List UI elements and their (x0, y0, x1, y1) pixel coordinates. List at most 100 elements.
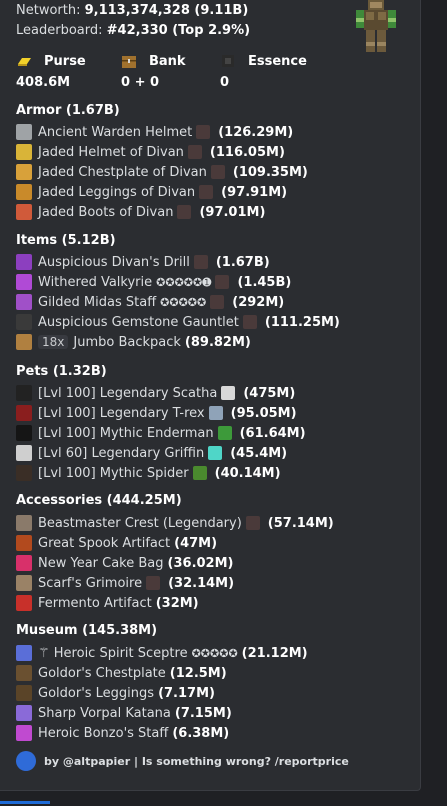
item-value: (32M) (155, 595, 199, 611)
item-name: Jaded Boots of Divan (38, 204, 174, 220)
gemstone-icon (245, 516, 260, 530)
item-value: (292M) (232, 294, 285, 310)
item-value: (111.25M) (264, 314, 340, 330)
chest-icon (121, 53, 137, 69)
item-name: Beastmaster Crest (Legendary) (38, 515, 242, 531)
item-name: [Lvl 100] Legendary Scatha (38, 385, 218, 401)
item-value: (61.64M) (239, 425, 306, 441)
purse-stat: Purse 408.6M (16, 53, 126, 91)
item-name: Auspicious Divan's Drill (38, 254, 190, 270)
item-value: (21.12M) (241, 645, 308, 661)
networth-label: Networth: (16, 3, 81, 18)
gauntlet-icon (16, 314, 32, 330)
leaderboard-value: #42,330 (Top 2.9%) (106, 23, 251, 38)
purse-value: 408.6M (16, 75, 71, 90)
leaderboard-line: Leaderboard: #42,330 (Top 2.9%) (16, 23, 250, 38)
item-value: (32.14M) (168, 575, 235, 591)
player-skin-avatar (352, 0, 400, 54)
bonzo-staff-icon (16, 725, 32, 741)
list-item: [Lvl 100] Legendary Scatha (475M) (16, 384, 295, 402)
item-name: Jumbo Backpack (73, 334, 181, 350)
item-stars: ✪✪✪✪✪ (160, 295, 207, 309)
item-value: (116.05M) (209, 144, 285, 160)
list-item: Jaded Chestplate of Divan (109.35M) (16, 163, 308, 181)
list-item: Beastmaster Crest (Legendary) (57.14M) (16, 514, 334, 532)
list-item: Jaded Leggings of Divan (97.91M) (16, 183, 287, 201)
item-value: (7.15M) (174, 705, 232, 721)
list-item: [Lvl 100] Legendary T-rex (95.05M) (16, 404, 297, 422)
accessories-section-title: Accessories (444.25M) (16, 493, 182, 508)
gemstone-icon (215, 275, 230, 289)
item-value: (89.82M) (184, 334, 251, 350)
item-name: Goldor's Leggings (38, 685, 155, 701)
list-item: 18x Jumbo Backpack (89.82M) (16, 333, 251, 351)
item-value: (45.4M) (230, 445, 288, 461)
item-name: [Lvl 100] Legendary T-rex (38, 405, 205, 421)
gemstone-icon (177, 205, 192, 219)
item-name: Jaded Helmet of Divan (38, 144, 184, 160)
gemstone-icon (210, 165, 225, 179)
list-item: Goldor's Leggings (7.17M) (16, 684, 215, 702)
sceptre-icon (16, 645, 32, 661)
item-value: (1.67B) (215, 254, 270, 270)
gold-ingot-icon (16, 53, 32, 69)
boots-icon (16, 204, 32, 220)
essence-stat: Essence 0 (220, 53, 330, 91)
item-name: Sharp Vorpal Katana (38, 705, 171, 721)
pet-item-icon (221, 386, 236, 400)
item-name: Jaded Leggings of Divan (38, 184, 196, 200)
backpack-icon (16, 334, 32, 350)
gemstone-icon (199, 185, 214, 199)
list-item: Jaded Boots of Divan (97.01M) (16, 203, 265, 221)
scroll-indicator (0, 801, 50, 804)
item-name: Scarf's Grimoire (38, 575, 143, 591)
essence-icon (220, 53, 236, 69)
drill-icon (16, 254, 32, 270)
gemstone-icon (193, 255, 208, 269)
list-item: ⚚ Heroic Spirit Sceptre ✪✪✪✪✪ (21.12M) (16, 644, 308, 662)
trex-icon (16, 405, 32, 421)
gemstone-icon (210, 295, 225, 309)
item-value: (7.17M) (158, 685, 215, 701)
list-item: Withered Valkyrie ✪✪✪✪✪➊ (1.45B) (16, 273, 291, 291)
embed-footer: by @altpapier | Is something wrong? /rep… (16, 751, 349, 771)
bank-label: Bank (149, 53, 186, 69)
pet-item-icon (208, 406, 223, 420)
gemstone-icon (146, 576, 161, 590)
list-item: Auspicious Divan's Drill (1.67B) (16, 253, 270, 271)
list-item: [Lvl 60] Legendary Griffin (45.4M) (16, 444, 287, 462)
list-item: Jaded Helmet of Divan (116.05M) (16, 143, 285, 161)
item-name: [Lvl 100] Mythic Enderman (38, 425, 214, 441)
item-name: Auspicious Gemstone Gauntlet (38, 314, 239, 330)
item-name: Withered Valkyrie (38, 274, 153, 290)
spider-icon (16, 465, 32, 481)
goldor-leggings-icon (16, 685, 32, 701)
griffin-icon (16, 445, 32, 461)
item-name: Goldor's Chestplate (38, 665, 166, 681)
item-value: (126.29M) (218, 124, 294, 140)
bank-value: 0 + 0 (121, 75, 160, 90)
list-item: [Lvl 100] Mythic Spider (40.14M) (16, 464, 281, 482)
item-name: Jaded Chestplate of Divan (38, 164, 207, 180)
item-value: (475M) (243, 385, 296, 401)
item-value: (1.45B) (237, 274, 292, 290)
pet-item-icon (217, 426, 232, 440)
item-value: (47M) (174, 535, 218, 551)
bot-logo-icon (16, 751, 36, 771)
list-item: [Lvl 100] Mythic Enderman (61.64M) (16, 424, 306, 442)
sword-icon (16, 274, 32, 290)
item-value: (40.14M) (214, 465, 281, 481)
item-count-badge: 18x (38, 335, 69, 349)
item-value: (12.5M) (169, 665, 227, 681)
goldor-chestplate-icon (16, 665, 32, 681)
chestplate-icon (16, 164, 32, 180)
bank-stat: Bank 0 + 0 (121, 53, 231, 91)
pets-section-title: Pets (1.32B) (16, 364, 107, 379)
item-value: (97.91M) (221, 184, 288, 200)
enderman-icon (16, 425, 32, 441)
item-value: (6.38M) (172, 725, 230, 741)
staff-icon (16, 294, 32, 310)
leaderboard-label: Leaderboard: (16, 23, 103, 38)
crest-icon (16, 515, 32, 531)
list-item: Ancient Warden Helmet (126.29M) (16, 123, 293, 141)
